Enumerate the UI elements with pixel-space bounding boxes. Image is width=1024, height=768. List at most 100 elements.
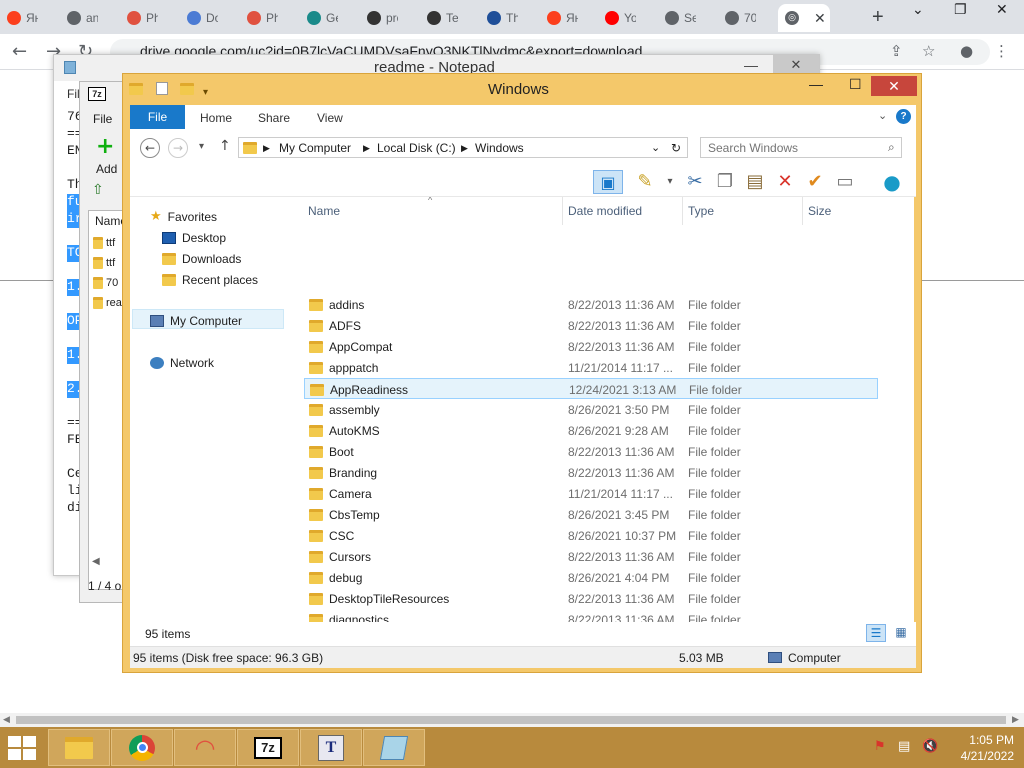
list-item[interactable]: 70 [93,277,118,289]
refresh-icon[interactable]: ↻ [671,141,681,155]
forward-button[interactable]: → [168,138,188,158]
scroll-thumb[interactable] [16,716,1006,724]
back-button[interactable]: ← [140,138,160,158]
preview-pane-icon[interactable]: ▣ [593,170,623,194]
properties-icon[interactable] [156,82,169,95]
share-icon[interactable]: ⇪ [890,42,903,60]
restore-icon[interactable]: ❐ [954,2,967,18]
list-item[interactable]: rea [93,297,122,309]
search-input[interactable] [700,137,902,158]
start-button[interactable] [8,736,36,760]
browser-tab-active[interactable]: ◎ ✕ [778,4,830,32]
table-row[interactable]: Boot 8/22/2013 11:36 AM File folder [304,441,878,462]
breadcrumb-separator-icon[interactable]: ▶ [363,143,370,154]
taskbar-chrome[interactable] [111,729,173,766]
chevron-down-icon[interactable]: ▾ [658,170,682,194]
tab-home[interactable]: Home [200,111,232,125]
large-icons-view-icon[interactable]: ▦ [891,624,911,642]
table-row[interactable]: ADFS 8/22/2013 11:36 AM File folder [304,315,878,336]
rename-icon[interactable]: ▭ [833,170,857,194]
nav-desktop[interactable]: Desktop [162,231,226,245]
column-separator[interactable] [802,197,803,225]
close-icon[interactable]: ✕ [814,10,826,27]
close-icon[interactable]: ✕ [996,2,1008,18]
checkmark-icon[interactable]: ✔ [803,170,827,194]
notepad-close-button[interactable]: ✕ [773,55,819,75]
table-row[interactable]: AppReadiness 12/24/2021 3:13 AM File folde… [304,378,878,399]
table-row[interactable]: Cursors 8/22/2013 11:36 AM File folder [304,546,878,567]
sevenzip-add-button[interactable]: Add [96,162,117,176]
browser-tab[interactable]: You [598,4,636,32]
chevron-down-icon[interactable]: ⌄ [912,2,924,18]
tab-share[interactable]: Share [258,111,290,125]
network-status-icon[interactable]: ▤ [898,739,910,754]
minimize-button[interactable]: — [809,76,823,92]
copy-icon[interactable]: ❐ [713,170,737,194]
folder-options-icon[interactable]: ✎ [633,170,657,194]
column-type[interactable]: Type [688,204,714,218]
tab-view[interactable]: View [317,111,343,125]
page-horizontal-scrollbar[interactable]: ◀ ▶ [0,713,1024,727]
browser-tab[interactable]: Get [300,4,338,32]
folder-icon[interactable] [129,83,143,95]
breadcrumb-local-disk[interactable]: Local Disk (C:) [377,141,456,155]
table-row[interactable]: DesktopTileResources 8/22/2013 11:36 AM Fi… [304,588,878,609]
breadcrumb-my-computer[interactable]: My Computer [279,141,351,155]
plus-icon[interactable]: + [96,134,114,159]
table-row[interactable]: diagnostics 8/22/2013 11:36 AM File folder [304,609,878,622]
breadcrumb-separator-icon[interactable]: ▶ [461,143,468,154]
scroll-left-icon[interactable]: ◀ [92,556,100,567]
nav-recent-places[interactable]: Recent places [162,273,258,287]
scroll-right-icon[interactable]: ▶ [1012,714,1019,725]
minimize-icon[interactable]: — [744,57,758,73]
new-tab-button[interactable]: + [872,6,884,29]
cut-icon[interactable]: ✂ [683,170,707,194]
taskbar-7zip[interactable]: 7z [237,729,299,766]
column-separator[interactable] [562,197,563,225]
tab-file[interactable]: File [130,105,185,129]
table-row[interactable]: debug 8/26/2021 4:04 PM File folder [304,567,878,588]
star-icon[interactable]: ☆ [922,42,935,60]
action-center-flag-icon[interactable]: ⚑ [874,739,886,754]
table-row[interactable]: CbsTemp 8/26/2021 3:45 PM File folder [304,504,878,525]
table-row[interactable]: addins 8/22/2013 11:36 AM File folder [304,294,878,315]
close-button[interactable]: ✕ [871,76,917,96]
volume-muted-icon[interactable]: 🔇 [922,739,938,754]
list-item[interactable]: ttf [93,257,115,269]
system-clock[interactable]: 1:05 PM 4/21/2022 [944,732,1014,764]
notepad-menu-file[interactable]: Fil [67,87,80,101]
globe-icon[interactable]: ● [880,170,904,194]
taskbar-photopea[interactable]: ◠ [174,729,236,766]
table-row[interactable]: apppatch 11/21/2014 11:17 ... File folder [304,357,878,378]
table-row[interactable]: AutoKMS 8/26/2021 9:28 AM File folder [304,420,878,441]
browser-tab[interactable]: Tha [480,4,518,32]
menu-icon[interactable]: ⋮ [994,42,1009,60]
expand-ribbon-icon[interactable]: ⌄ [878,109,887,122]
chevron-down-icon[interactable]: ▾ [203,87,208,98]
folder-up-icon[interactable]: ⇧ [92,182,104,198]
details-view-icon[interactable]: ☰ [866,624,886,642]
taskbar-notepad[interactable] [363,729,425,766]
scroll-left-icon[interactable]: ◀ [3,714,10,725]
browser-tab[interactable]: Set [658,4,696,32]
column-size[interactable]: Size [808,204,831,218]
recent-locations-icon[interactable]: ▾ [199,141,204,152]
help-icon[interactable]: ? [896,109,911,124]
nav-network[interactable]: Network [150,356,214,370]
up-arrow-icon[interactable]: ↑ [219,138,231,154]
nav-favorites[interactable]: ★ Favorites [150,209,217,224]
taskbar-texmaker[interactable]: T [300,729,362,766]
column-date-modified[interactable]: Date modified [568,204,642,218]
browser-tab[interactable]: Янд [0,4,38,32]
column-separator[interactable] [682,197,683,225]
address-bar[interactable]: ▶ My Computer ▶ Local Disk (C:) ▶ Window… [238,137,688,158]
browser-tab[interactable]: pro [360,4,398,32]
table-row[interactable]: Branding 8/22/2013 11:36 AM File folder [304,462,878,483]
paste-icon[interactable]: ▤ [743,170,767,194]
new-folder-icon[interactable] [179,83,194,95]
list-item[interactable]: ttf [93,237,115,249]
search-icon[interactable]: ⌕ [888,140,895,155]
delete-icon[interactable]: ✕ [773,170,797,194]
browser-tab[interactable]: 700 [718,4,756,32]
table-row[interactable]: Camera 11/21/2014 11:17 ... File folder [304,483,878,504]
